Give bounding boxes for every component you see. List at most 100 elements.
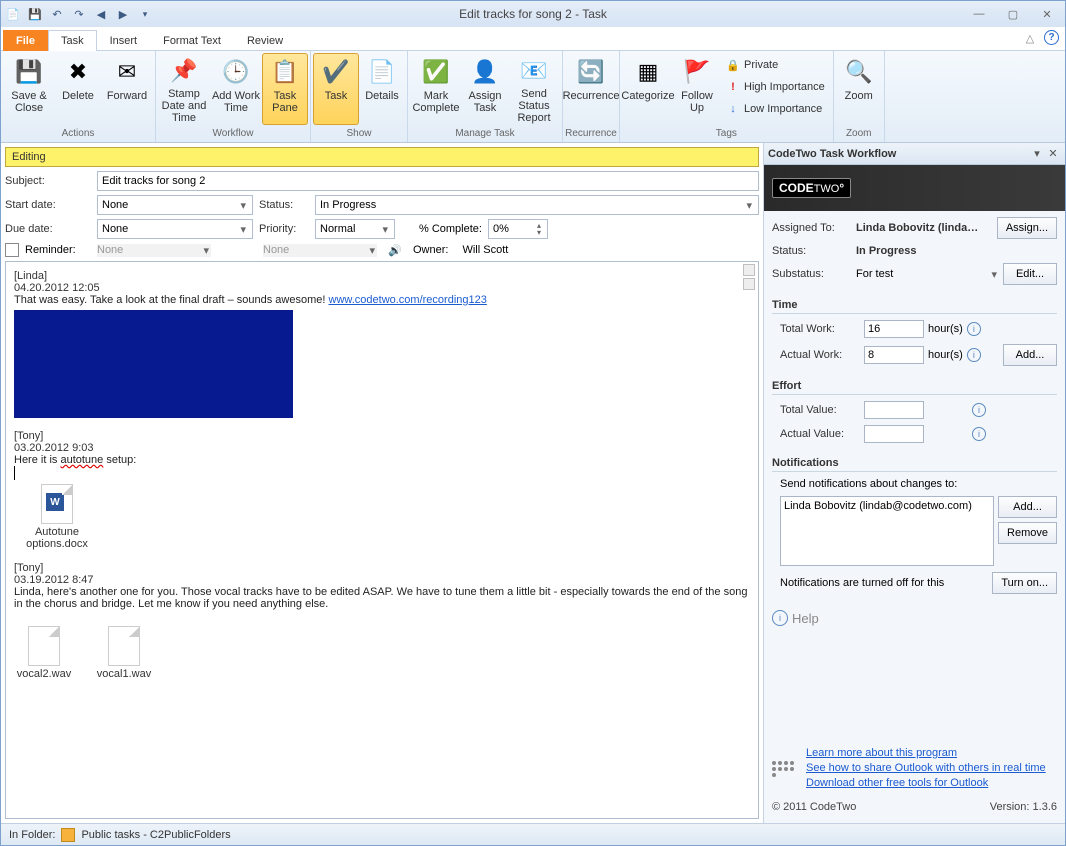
add-work-time-button[interactable]: 🕒Add Work Time — [210, 53, 262, 125]
notification-entry[interactable]: Linda Bobovitz (lindab@codetwo.com) — [784, 500, 990, 512]
assign-button[interactable]: Assign... — [997, 217, 1057, 239]
due-date-label: Due date: — [5, 223, 91, 235]
arrow-down-icon: ↓ — [726, 103, 740, 115]
prev-icon[interactable]: ◀ — [93, 6, 109, 22]
stamp-date-button[interactable]: 📌Stamp Date and Time — [158, 53, 210, 125]
copyright-link[interactable]: © 2011 CodeTwo — [772, 801, 856, 813]
subject-input[interactable] — [97, 171, 759, 191]
tab-review[interactable]: Review — [234, 30, 296, 51]
substatus-combo[interactable]: For test▾ — [856, 264, 999, 284]
chevron-down-icon: ▾ — [238, 199, 248, 212]
effort-section: Effort — [772, 378, 1057, 395]
entry-timestamp: 04.20.2012 12:05 — [14, 282, 750, 294]
entry-author: [Tony] — [14, 562, 750, 574]
group-show: Show — [311, 128, 407, 142]
minimize-ribbon-icon[interactable]: △ — [1022, 30, 1038, 46]
owner-value: Will Scott — [462, 244, 508, 256]
status-combo[interactable]: In Progress▾ — [315, 195, 759, 215]
private-toggle[interactable]: 🔒Private — [726, 55, 825, 75]
version-label: Version: 1.3.6 — [990, 801, 1057, 813]
attachment-wav[interactable]: vocal1.wav — [94, 626, 154, 680]
file-icon — [108, 626, 140, 666]
chevron-down-icon: ▾ — [201, 244, 211, 257]
pane-title: CodeTwo Task Workflow — [768, 148, 1029, 160]
low-importance-button[interactable]: ↓Low Importance — [726, 99, 825, 119]
infolder-label: In Folder: — [9, 829, 55, 841]
help-icon[interactable]: ? — [1044, 30, 1059, 45]
info-icon[interactable]: i — [967, 322, 981, 336]
delete-button[interactable]: ✖Delete — [55, 53, 101, 125]
zoom-button[interactable]: 🔍Zoom — [836, 53, 882, 125]
task-pane-button[interactable]: 📋Task Pane — [262, 53, 308, 125]
actual-work-input[interactable] — [864, 346, 924, 364]
show-task-button[interactable]: ✔️Task — [313, 53, 359, 125]
group-actions: Actions — [1, 128, 155, 142]
tab-file[interactable]: File — [3, 30, 48, 51]
share-outlook-link[interactable]: See how to share Outlook with others in … — [806, 761, 1046, 776]
forward-button[interactable]: ✉Forward — [101, 53, 153, 125]
total-work-input[interactable] — [864, 320, 924, 338]
hours-unit: hour(s) — [928, 323, 963, 335]
folder-icon — [61, 828, 75, 842]
qat-customize-icon[interactable]: ▾ — [137, 6, 153, 22]
tab-insert[interactable]: Insert — [97, 30, 151, 51]
task-body[interactable]: [Linda] 04.20.2012 12:05 That was easy. … — [5, 261, 759, 819]
priority-combo[interactable]: Normal▾ — [315, 219, 395, 239]
high-importance-button[interactable]: !High Importance — [726, 77, 825, 97]
total-value-input[interactable] — [864, 401, 924, 419]
categorize-button[interactable]: ▦Categorize — [622, 53, 674, 125]
details-button[interactable]: 📄Details — [359, 53, 405, 125]
dots-icon — [772, 746, 798, 791]
followup-button[interactable]: 🚩Follow Up — [674, 53, 720, 125]
attachment-wav[interactable]: vocal2.wav — [14, 626, 74, 680]
save-icon[interactable]: 💾 — [27, 6, 43, 22]
next-icon[interactable]: ▶ — [115, 6, 131, 22]
attachment-docx[interactable]: W Autotune options.docx — [14, 484, 100, 550]
notif-remove-button[interactable]: Remove — [998, 522, 1057, 544]
entry-text: Linda, here's another one for you. Those… — [14, 586, 750, 610]
codetwo-logo: CODETWO° — [764, 165, 1065, 211]
reminder-time-combo[interactable]: None▾ — [263, 244, 377, 257]
info-icon[interactable]: i — [972, 427, 986, 441]
notif-add-button[interactable]: Add... — [998, 496, 1057, 518]
free-tools-link[interactable]: Download other free tools for Outlook — [806, 776, 1046, 791]
undo-icon[interactable]: ↶ — [49, 6, 65, 22]
mark-complete-button[interactable]: ✅Mark Complete — [410, 53, 462, 125]
maximize-button[interactable]: ▢ — [999, 6, 1027, 22]
reminder-checkbox[interactable] — [5, 243, 19, 257]
percent-complete-spinner[interactable]: 0%▴▾ — [488, 219, 548, 239]
sound-icon[interactable]: 🔊 — [383, 244, 407, 257]
start-date-combo[interactable]: None▾ — [97, 195, 253, 215]
notifications-text: Send notifications about changes to: — [772, 478, 1057, 490]
pane-dropdown-icon[interactable]: ▾ — [1029, 147, 1045, 160]
group-workflow: Workflow — [156, 128, 310, 142]
due-date-combo[interactable]: None▾ — [97, 219, 253, 239]
redo-icon[interactable]: ↷ — [71, 6, 87, 22]
info-icon[interactable]: i — [972, 403, 986, 417]
group-recurrence: Recurrence — [563, 128, 619, 142]
actual-value-input[interactable] — [864, 425, 924, 443]
recurrence-button[interactable]: 🔄Recurrence — [565, 53, 617, 125]
assign-task-button[interactable]: 👤Assign Task — [462, 53, 508, 125]
pane-close-icon[interactable]: ✕ — [1045, 147, 1061, 160]
reminder-label: Reminder: — [25, 244, 91, 256]
notifications-list[interactable]: Linda Bobovitz (lindab@codetwo.com) — [780, 496, 994, 566]
turn-on-button[interactable]: Turn on... — [992, 572, 1057, 594]
minimize-button[interactable]: ― — [965, 6, 993, 22]
edit-button[interactable]: Edit... — [1003, 263, 1057, 285]
recording-link[interactable]: www.codetwo.com/recording123 — [329, 294, 487, 306]
learn-more-link[interactable]: Learn more about this program — [806, 746, 1046, 761]
waveform-image — [14, 310, 293, 418]
scroll-up-icon[interactable] — [743, 264, 755, 276]
chevron-down-icon: ▾ — [380, 223, 390, 236]
tab-task[interactable]: Task — [48, 30, 97, 51]
save-close-button[interactable]: 💾Save & Close — [3, 53, 55, 125]
add-work-button[interactable]: Add... — [1003, 344, 1057, 366]
send-status-button[interactable]: 📧Send Status Report — [508, 53, 560, 125]
reminder-date-combo[interactable]: None▾ — [97, 244, 211, 257]
scroll-marker-icon[interactable] — [743, 278, 755, 290]
tab-format-text[interactable]: Format Text — [150, 30, 234, 51]
close-button[interactable]: ✕ — [1033, 6, 1061, 22]
entry-author: [Linda] — [14, 270, 750, 282]
info-icon[interactable]: i — [967, 348, 981, 362]
